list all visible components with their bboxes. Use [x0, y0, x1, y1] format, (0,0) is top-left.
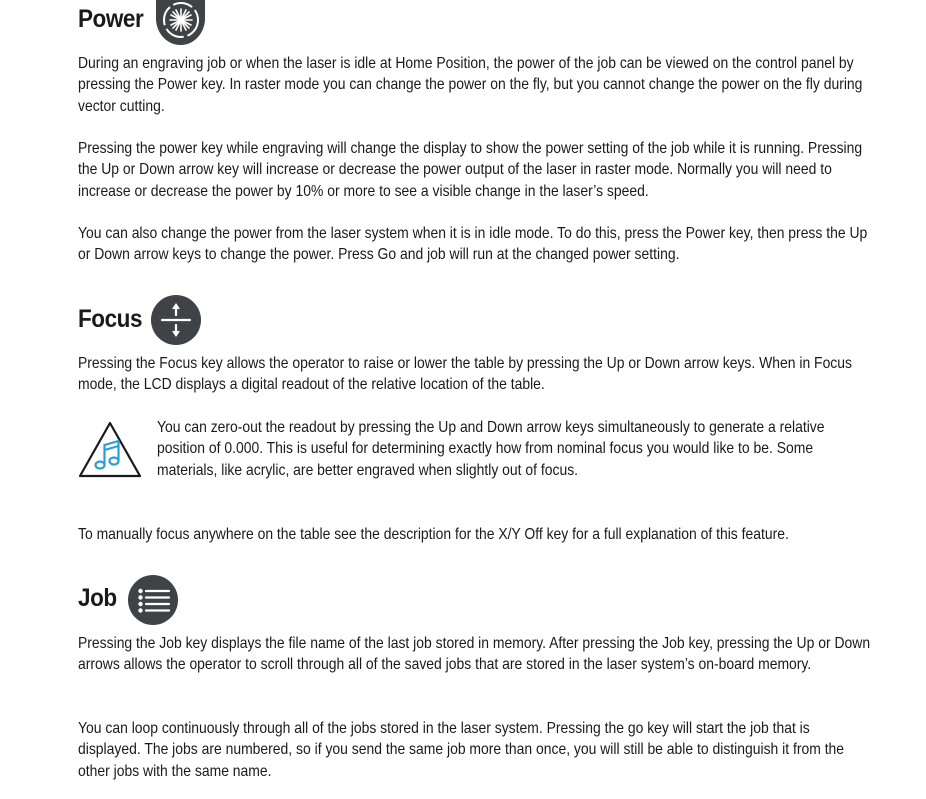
manual-page: Power During an engraving job or when th…: [0, 0, 926, 799]
focus-paragraph-2: To manually focus anywhere on the table …: [78, 526, 789, 543]
focus-arrows-icon: [151, 295, 201, 345]
focus-paragraph-1: Pressing the Focus key allows the operat…: [78, 355, 852, 394]
focus-heading: Focus: [78, 304, 143, 333]
focus-note-paragraph: You can zero-out the readout by pressing…: [157, 419, 825, 479]
power-paragraph-3: You can also change the power from the l…: [78, 225, 868, 264]
job-heading: Job: [78, 583, 117, 612]
power-paragraph-2: Pressing the power key while engraving w…: [78, 140, 863, 200]
job-paragraph-1: Pressing the Job key displays the file n…: [78, 635, 871, 674]
job-paragraph-2: You can loop continuously through all of…: [78, 720, 845, 780]
focus-arrows-icon-graphic: [160, 303, 192, 337]
music-note-warning-icon: [78, 421, 142, 478]
laser-burst-icon: [156, 0, 205, 45]
laser-burst-icon-graphic: [156, 0, 205, 45]
power-paragraph-1: During an engraving job or when the lase…: [78, 55, 863, 115]
list-icon-graphic: [138, 588, 171, 613]
power-heading: Power: [78, 4, 144, 33]
list-icon: [128, 575, 178, 625]
